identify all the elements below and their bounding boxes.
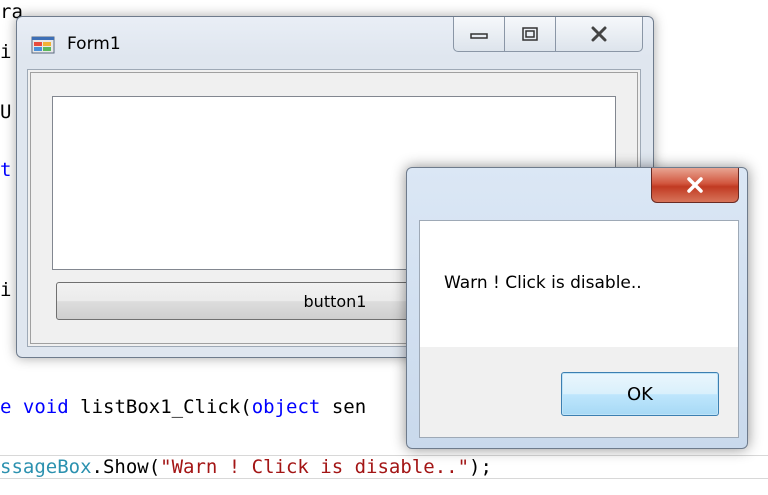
message-box-dialog[interactable]: Warn ! Click is disable.. OK	[406, 167, 748, 449]
form1-titlebar[interactable]: Form1	[17, 17, 653, 69]
code-fragment: i	[0, 41, 12, 63]
code-fragment: i	[0, 279, 12, 301]
code-token-class: ssageBox	[0, 456, 92, 478]
winforms-app-icon	[31, 36, 55, 54]
code-token-modifier: e	[0, 396, 12, 418]
caption-buttons	[453, 17, 643, 52]
maximize-button[interactable]	[505, 17, 556, 51]
form1-title: Form1	[67, 34, 121, 54]
code-token-param-name: sen	[331, 396, 367, 418]
minimize-icon	[470, 33, 488, 39]
dialog-client-area: Warn ! Click is disable.. OK	[419, 220, 739, 438]
code-token-end: );	[469, 456, 492, 478]
code-fragment: t	[0, 159, 12, 181]
ok-button[interactable]: OK	[561, 372, 719, 416]
close-button[interactable]	[556, 17, 642, 51]
close-icon	[591, 26, 607, 42]
maximize-icon	[522, 27, 538, 41]
code-line-method: e void listBox1_Click(object sen	[0, 395, 366, 419]
code-fragment: U	[0, 101, 12, 123]
code-token-return-type: void	[22, 396, 69, 418]
minimize-button[interactable]	[454, 17, 505, 51]
dialog-close-button[interactable]	[651, 168, 739, 203]
close-icon	[687, 177, 703, 193]
code-line-call: ssageBox.Show("Warn ! Click is disable..…	[0, 455, 492, 479]
code-token-method-name: listBox1_Click(	[80, 396, 252, 418]
dialog-message: Warn ! Click is disable..	[444, 273, 642, 293]
dialog-message-area: Warn ! Click is disable..	[420, 221, 738, 347]
code-token-string: "Warn ! Click is disable.."	[160, 456, 470, 478]
code-token-call: .Show(	[91, 456, 161, 478]
code-token-param-type: object	[251, 396, 321, 418]
